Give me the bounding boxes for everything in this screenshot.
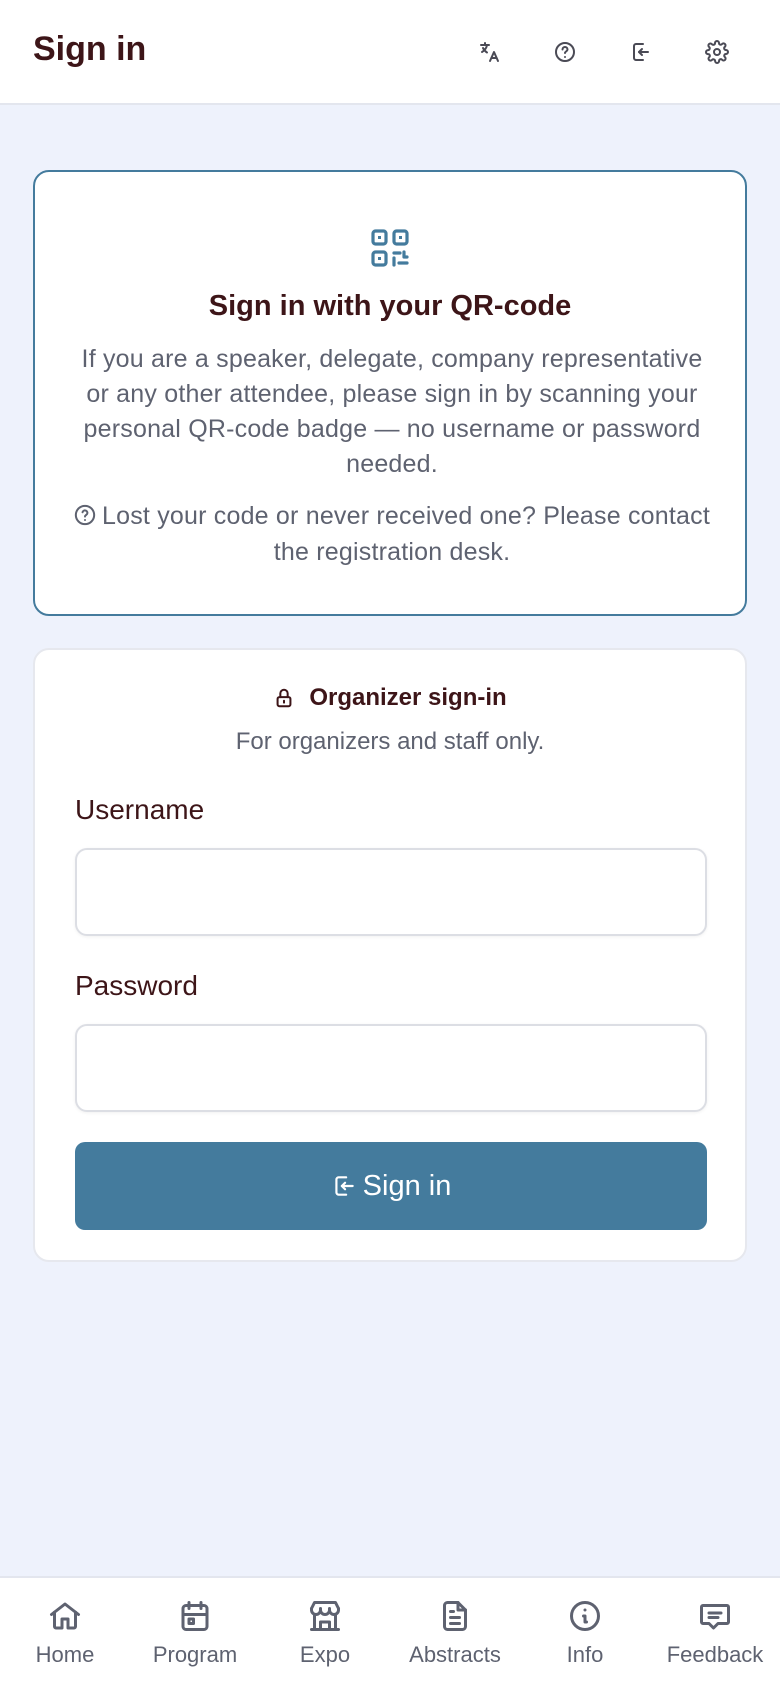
help-circle-icon [74,504,96,526]
calendar-icon [181,1601,209,1631]
nav-label-feedback: Feedback [666,1642,764,1667]
login-icon[interactable] [623,34,659,70]
nav-item-feedback[interactable]: Feedback [650,1598,780,1668]
organizer-subtitle: For organizers and staff only. [235,728,545,755]
nav-item-abstracts[interactable]: Abstracts [390,1598,520,1668]
document-icon [443,1601,467,1631]
organizer-heading-text: Organizer sign-in [309,684,507,711]
qr-signin-card: Sign in with your QR-code If you are a s… [33,170,747,616]
store-icon [310,1601,340,1631]
settings-icon[interactable] [699,34,735,70]
nav-label-info: Info [566,1642,604,1667]
message-icon [700,1604,730,1630]
sign-in-button-label: Sign in [362,1169,452,1202]
app-header: Sign in [0,0,780,105]
translate-icon[interactable] [471,34,507,70]
username-label: Username [75,794,205,825]
nav-label-abstracts: Abstracts [409,1642,501,1667]
login-icon [334,1176,354,1196]
home-icon [50,1602,80,1630]
nav-label-expo: Expo [299,1642,351,1667]
nav-label-home: Home [35,1642,95,1667]
qr-code-icon [370,228,410,268]
username-input[interactable] [75,848,707,936]
nav-label-program: Program [152,1642,238,1667]
help-icon[interactable] [547,34,583,70]
lock-icon [276,688,292,708]
sign-in-button[interactable]: Sign in [75,1142,707,1230]
info-icon [570,1601,600,1631]
nav-item-expo[interactable]: Expo [260,1598,390,1668]
page-title: Sign in [33,30,147,68]
bottom-nav: Home Program Expo Abstracts Info Feedbac… [0,1576,780,1688]
qr-card-description: If you are a speaker, delegate, company … [81,345,703,478]
lost-code-note: Lost your code or never received one? Pl… [71,498,713,570]
nav-item-home[interactable]: Home [0,1598,130,1668]
password-input[interactable] [75,1024,707,1112]
password-label: Password [75,970,198,1001]
nav-item-info[interactable]: Info [520,1598,650,1668]
lost-code-text: Lost your code or never received one? Pl… [102,502,710,566]
organizer-heading: Organizer sign-in [35,684,745,712]
qr-card-title: Sign in with your QR-code [208,290,572,322]
sign-in-page: Sign in Sign in with your QR-code If you… [0,0,780,1688]
organizer-signin-card: Organizer sign-in For organizers and sta… [33,648,747,1262]
nav-item-program[interactable]: Program [130,1598,260,1668]
